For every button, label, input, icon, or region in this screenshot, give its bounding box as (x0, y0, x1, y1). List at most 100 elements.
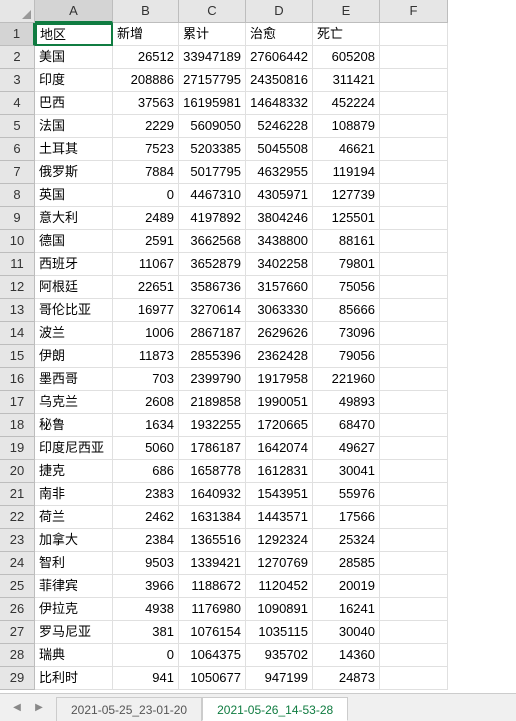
cell-E11[interactable]: 79801 (313, 253, 380, 276)
cell-C13[interactable]: 3270614 (179, 299, 246, 322)
cell-B25[interactable]: 3966 (113, 575, 179, 598)
cell-A2[interactable]: 美国 (35, 46, 113, 69)
column-header-C[interactable]: C (179, 0, 246, 23)
cell-B5[interactable]: 2229 (113, 115, 179, 138)
row-header-25[interactable]: 25 (0, 575, 35, 598)
cell-F28[interactable] (380, 644, 448, 667)
cell-C28[interactable]: 1064375 (179, 644, 246, 667)
cell-E14[interactable]: 73096 (313, 322, 380, 345)
column-header-F[interactable]: F (380, 0, 448, 23)
cell-D16[interactable]: 1917958 (246, 368, 313, 391)
cell-D19[interactable]: 1642074 (246, 437, 313, 460)
tab-next-icon[interactable]: ▶ (30, 699, 48, 717)
cell-E13[interactable]: 85666 (313, 299, 380, 322)
cell-C27[interactable]: 1076154 (179, 621, 246, 644)
cell-A23[interactable]: 加拿大 (35, 529, 113, 552)
cell-C17[interactable]: 2189858 (179, 391, 246, 414)
cell-D3[interactable]: 24350816 (246, 69, 313, 92)
cell-D9[interactable]: 3804246 (246, 207, 313, 230)
cell-B26[interactable]: 4938 (113, 598, 179, 621)
cell-B19[interactable]: 5060 (113, 437, 179, 460)
column-header-B[interactable]: B (113, 0, 179, 23)
cell-E28[interactable]: 14360 (313, 644, 380, 667)
cell-B20[interactable]: 686 (113, 460, 179, 483)
cell-A3[interactable]: 印度 (35, 69, 113, 92)
cell-F8[interactable] (380, 184, 448, 207)
row-header-11[interactable]: 11 (0, 253, 35, 276)
cell-C18[interactable]: 1932255 (179, 414, 246, 437)
sheet-tab[interactable]: 2021-05-26_14-53-28 (202, 697, 348, 721)
cell-F7[interactable] (380, 161, 448, 184)
cell-E19[interactable]: 49627 (313, 437, 380, 460)
row-header-27[interactable]: 27 (0, 621, 35, 644)
cell-B15[interactable]: 11873 (113, 345, 179, 368)
cell-C20[interactable]: 1658778 (179, 460, 246, 483)
cell-F18[interactable] (380, 414, 448, 437)
cell-D26[interactable]: 1090891 (246, 598, 313, 621)
cell-C24[interactable]: 1339421 (179, 552, 246, 575)
cell-C1[interactable]: 累计 (179, 23, 246, 46)
cell-B14[interactable]: 1006 (113, 322, 179, 345)
cell-E12[interactable]: 75056 (313, 276, 380, 299)
cell-C25[interactable]: 1188672 (179, 575, 246, 598)
row-header-19[interactable]: 19 (0, 437, 35, 460)
cell-F21[interactable] (380, 483, 448, 506)
select-all-corner[interactable] (0, 0, 35, 23)
cell-B17[interactable]: 2608 (113, 391, 179, 414)
cell-A27[interactable]: 罗马尼亚 (35, 621, 113, 644)
cell-D11[interactable]: 3402258 (246, 253, 313, 276)
cell-F5[interactable] (380, 115, 448, 138)
cell-F13[interactable] (380, 299, 448, 322)
cell-D17[interactable]: 1990051 (246, 391, 313, 414)
cell-E20[interactable]: 30041 (313, 460, 380, 483)
cell-D20[interactable]: 1612831 (246, 460, 313, 483)
cell-B7[interactable]: 7884 (113, 161, 179, 184)
row-header-24[interactable]: 24 (0, 552, 35, 575)
cell-E1[interactable]: 死亡 (313, 23, 380, 46)
cell-B10[interactable]: 2591 (113, 230, 179, 253)
cell-A9[interactable]: 意大利 (35, 207, 113, 230)
column-header-D[interactable]: D (246, 0, 313, 23)
cell-E10[interactable]: 88161 (313, 230, 380, 253)
cell-D4[interactable]: 14648332 (246, 92, 313, 115)
cell-D23[interactable]: 1292324 (246, 529, 313, 552)
cell-B12[interactable]: 22651 (113, 276, 179, 299)
cell-E5[interactable]: 108879 (313, 115, 380, 138)
cell-A29[interactable]: 比利时 (35, 667, 113, 690)
cell-D8[interactable]: 4305971 (246, 184, 313, 207)
cell-D27[interactable]: 1035115 (246, 621, 313, 644)
cell-C5[interactable]: 5609050 (179, 115, 246, 138)
row-header-12[interactable]: 12 (0, 276, 35, 299)
cell-A22[interactable]: 荷兰 (35, 506, 113, 529)
cell-E16[interactable]: 221960 (313, 368, 380, 391)
cell-A1[interactable]: 地区 (35, 23, 113, 46)
cell-C21[interactable]: 1640932 (179, 483, 246, 506)
cell-A26[interactable]: 伊拉克 (35, 598, 113, 621)
cell-F24[interactable] (380, 552, 448, 575)
row-header-10[interactable]: 10 (0, 230, 35, 253)
cell-D25[interactable]: 1120452 (246, 575, 313, 598)
cell-F12[interactable] (380, 276, 448, 299)
cell-C8[interactable]: 4467310 (179, 184, 246, 207)
cell-F11[interactable] (380, 253, 448, 276)
row-header-22[interactable]: 22 (0, 506, 35, 529)
row-header-21[interactable]: 21 (0, 483, 35, 506)
cell-D22[interactable]: 1443571 (246, 506, 313, 529)
cell-D2[interactable]: 27606442 (246, 46, 313, 69)
cell-C9[interactable]: 4197892 (179, 207, 246, 230)
cell-A17[interactable]: 乌克兰 (35, 391, 113, 414)
cell-B3[interactable]: 208886 (113, 69, 179, 92)
cell-B8[interactable]: 0 (113, 184, 179, 207)
cell-B4[interactable]: 37563 (113, 92, 179, 115)
cell-D12[interactable]: 3157660 (246, 276, 313, 299)
row-header-6[interactable]: 6 (0, 138, 35, 161)
cell-A5[interactable]: 法国 (35, 115, 113, 138)
cell-E25[interactable]: 20019 (313, 575, 380, 598)
row-header-9[interactable]: 9 (0, 207, 35, 230)
cell-C26[interactable]: 1176980 (179, 598, 246, 621)
row-header-3[interactable]: 3 (0, 69, 35, 92)
row-header-26[interactable]: 26 (0, 598, 35, 621)
cell-A7[interactable]: 俄罗斯 (35, 161, 113, 184)
cell-F20[interactable] (380, 460, 448, 483)
row-header-17[interactable]: 17 (0, 391, 35, 414)
